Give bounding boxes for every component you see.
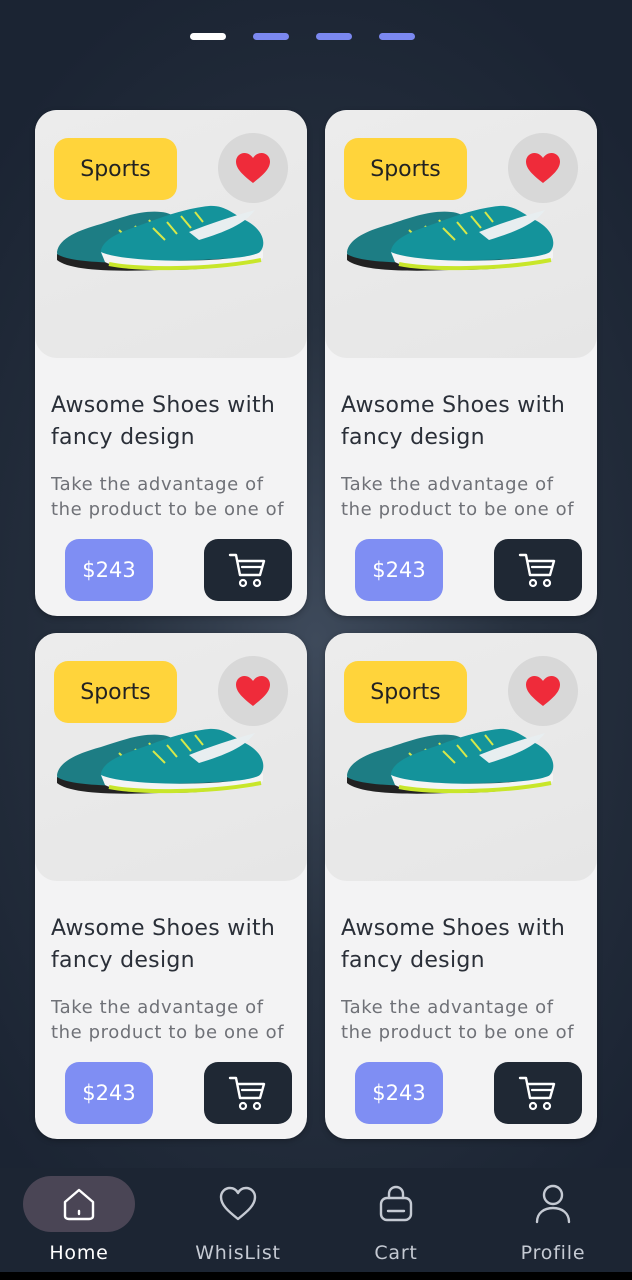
- heart-outline-icon: [219, 1186, 257, 1221]
- product-title-line-1: Awsome Shoes with: [341, 393, 566, 418]
- price-button[interactable]: $243: [355, 1062, 443, 1124]
- product-title: Awsome Shoes with fancy design: [51, 390, 296, 454]
- cart-icon: [228, 553, 266, 588]
- add-to-cart-button[interactable]: [204, 1062, 292, 1124]
- cart-icon: [518, 1076, 556, 1111]
- product-card[interactable]: Sports Awsome Shoes with fancy design Ta…: [325, 110, 597, 616]
- cart-icon: [228, 1076, 266, 1111]
- price-button[interactable]: $243: [65, 1062, 153, 1124]
- price-button[interactable]: $243: [65, 539, 153, 601]
- product-title-line-2: fancy design: [51, 948, 195, 973]
- heart-icon: [236, 676, 270, 706]
- system-nav-bar: [0, 1272, 632, 1280]
- product-card[interactable]: Sports Awsome Shoes with fancy design Ta…: [35, 110, 307, 616]
- nav-icon-pill: [497, 1176, 609, 1232]
- nav-label-cart: Cart: [374, 1242, 418, 1264]
- add-to-cart-button[interactable]: [204, 539, 292, 601]
- home-icon: [63, 1188, 95, 1221]
- product-description-line-2: the product to be one of: [51, 1022, 285, 1043]
- nav-icon-pill: [23, 1176, 135, 1232]
- nav-icon-pill: [340, 1176, 452, 1232]
- product-description: Take the advantage of the product to be …: [341, 995, 586, 1047]
- product-title-line-1: Awsome Shoes with: [341, 916, 566, 941]
- carousel-indicators: [0, 33, 632, 41]
- category-badge[interactable]: Sports: [344, 138, 467, 200]
- product-description-line-2: the product to be one of: [341, 499, 575, 520]
- user-icon: [535, 1184, 571, 1224]
- carousel-dot-2[interactable]: [253, 33, 289, 40]
- product-title: Awsome Shoes with fancy design: [51, 913, 296, 977]
- shopping-bag-icon: [379, 1185, 413, 1222]
- product-title-line-1: Awsome Shoes with: [51, 393, 276, 418]
- category-badge[interactable]: Sports: [54, 661, 177, 723]
- nav-label-profile: Profile: [520, 1242, 586, 1264]
- carousel-dot-1[interactable]: [190, 33, 226, 40]
- carousel-dot-3[interactable]: [316, 33, 352, 40]
- add-to-cart-button[interactable]: [494, 1062, 582, 1124]
- nav-icon-pill: [182, 1176, 294, 1232]
- product-description: Take the advantage of the product to be …: [341, 472, 586, 524]
- product-card[interactable]: Sports Awsome Shoes with fancy design Ta…: [325, 633, 597, 1139]
- product-description-line-1: Take the advantage of: [341, 474, 554, 495]
- product-description-line-1: Take the advantage of: [51, 474, 264, 495]
- product-description-line-2: the product to be one of: [341, 1022, 575, 1043]
- nav-item-wishlist[interactable]: WhisList: [178, 1176, 298, 1268]
- favorite-button[interactable]: [508, 133, 578, 203]
- heart-icon: [526, 676, 560, 706]
- nav-item-home[interactable]: Home: [19, 1176, 139, 1268]
- product-description: Take the advantage of the product to be …: [51, 995, 296, 1047]
- product-title: Awsome Shoes with fancy design: [341, 390, 586, 454]
- product-title-line-2: fancy design: [51, 425, 195, 450]
- category-badge[interactable]: Sports: [344, 661, 467, 723]
- category-badge[interactable]: Sports: [54, 138, 177, 200]
- heart-icon: [526, 153, 560, 183]
- nav-label-home: Home: [49, 1242, 109, 1264]
- favorite-button[interactable]: [508, 656, 578, 726]
- product-card[interactable]: Sports Awsome Shoes with fancy design Ta…: [35, 633, 307, 1139]
- nav-label-wishlist: WhisList: [195, 1242, 281, 1264]
- heart-icon: [236, 153, 270, 183]
- nav-item-profile[interactable]: Profile: [493, 1176, 613, 1268]
- nav-item-cart[interactable]: Cart: [336, 1176, 456, 1268]
- product-title: Awsome Shoes with fancy design: [341, 913, 586, 977]
- add-to-cart-button[interactable]: [494, 539, 582, 601]
- carousel-dot-4[interactable]: [379, 33, 415, 40]
- bottom-navigation: Home WhisList Cart Profile: [0, 1168, 632, 1272]
- product-description-line-2: the product to be one of: [51, 499, 285, 520]
- product-title-line-2: fancy design: [341, 948, 485, 973]
- product-description-line-1: Take the advantage of: [51, 997, 264, 1018]
- product-title-line-2: fancy design: [341, 425, 485, 450]
- favorite-button[interactable]: [218, 133, 288, 203]
- product-description-line-1: Take the advantage of: [341, 997, 554, 1018]
- product-title-line-1: Awsome Shoes with: [51, 916, 276, 941]
- product-description: Take the advantage of the product to be …: [51, 472, 296, 524]
- price-button[interactable]: $243: [355, 539, 443, 601]
- favorite-button[interactable]: [218, 656, 288, 726]
- cart-icon: [518, 553, 556, 588]
